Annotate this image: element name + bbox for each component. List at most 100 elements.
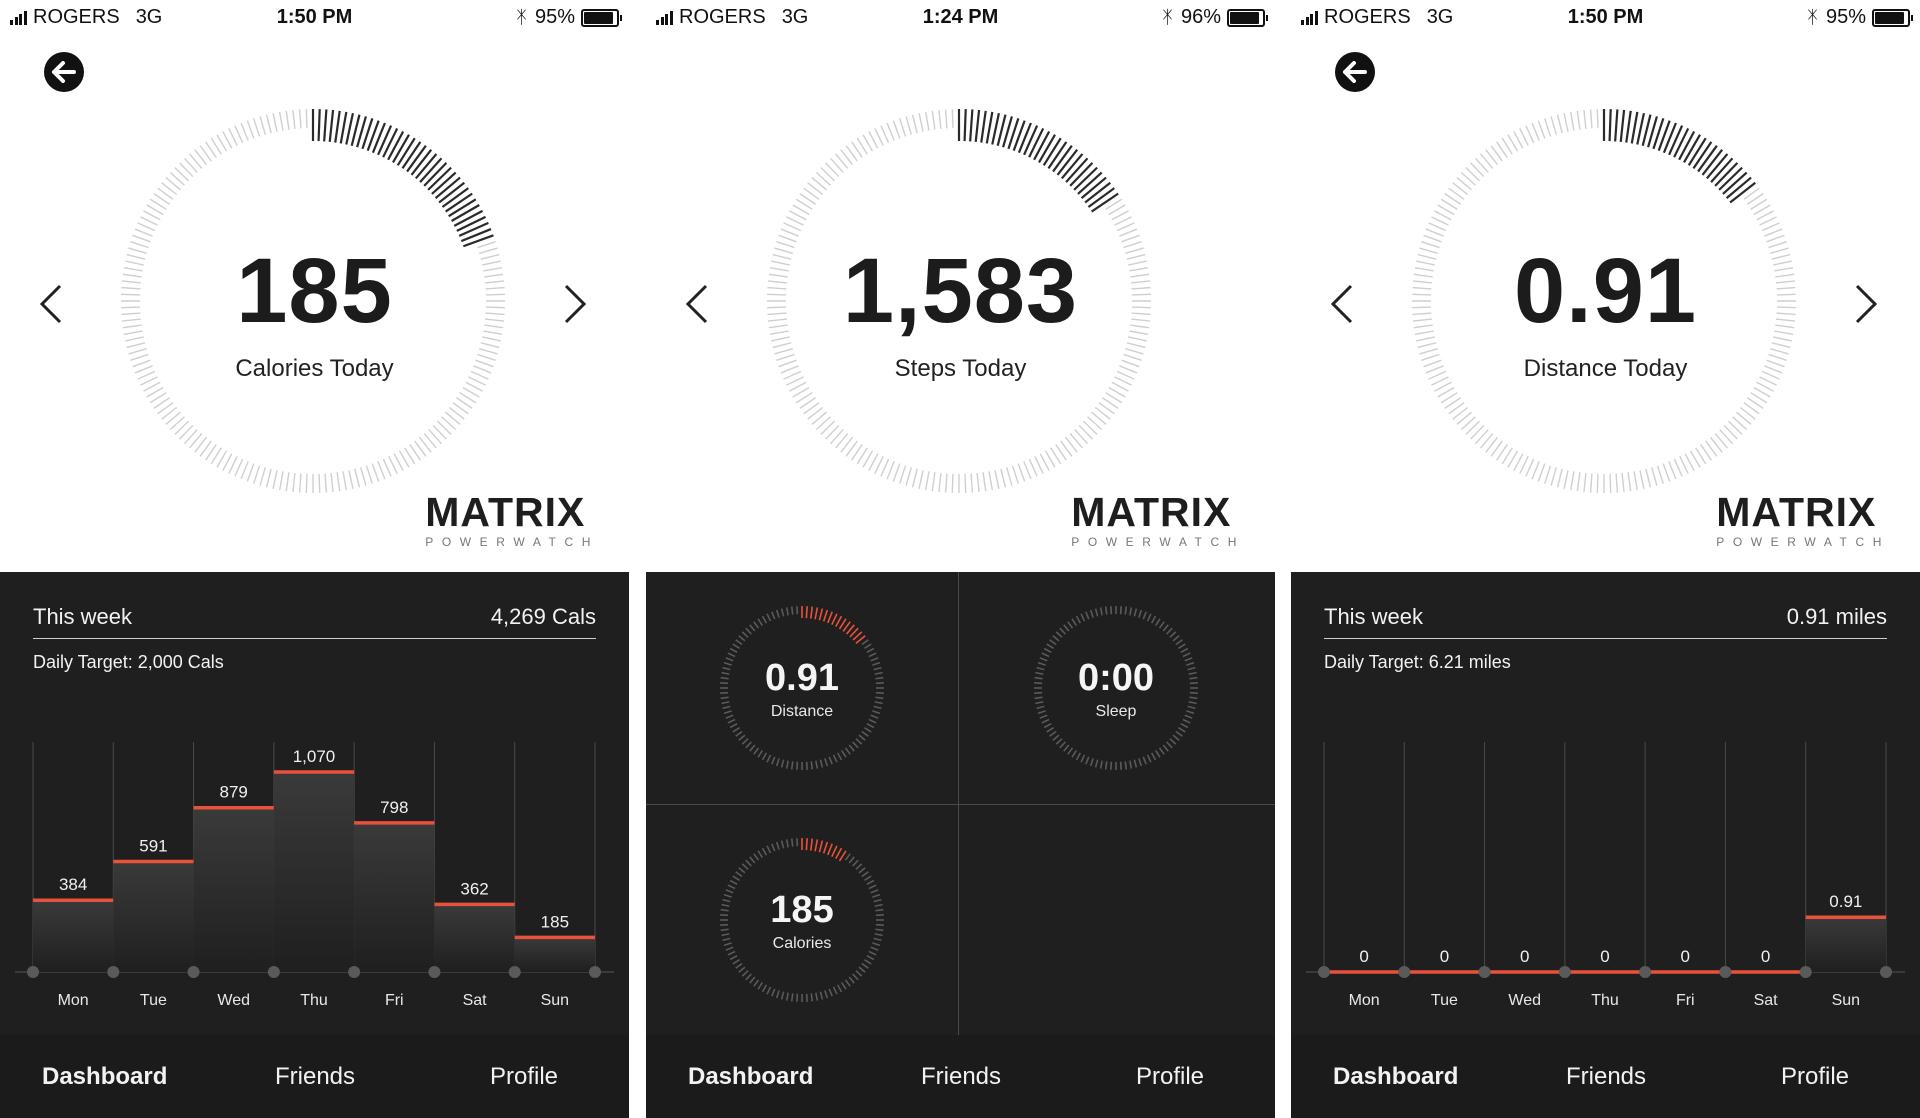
dial-tick bbox=[222, 453, 233, 471]
dial-tick bbox=[1544, 465, 1552, 484]
back-arrow-icon bbox=[52, 61, 76, 83]
next-metric-button[interactable] bbox=[560, 282, 590, 326]
mini-dial-tick bbox=[831, 845, 838, 858]
week-total: 0.91 miles bbox=[1786, 604, 1887, 629]
mini-dial-tick bbox=[1099, 607, 1103, 616]
dial-tick bbox=[1589, 109, 1593, 129]
tile-distance[interactable]: 0.91 Distance bbox=[646, 572, 959, 805]
previous-metric-button[interactable] bbox=[1327, 282, 1357, 326]
mini-dial-tick bbox=[790, 606, 794, 615]
dial-tick bbox=[1569, 111, 1575, 131]
tab-dashboard[interactable]: Dashboard bbox=[1333, 1063, 1458, 1091]
dial-tick bbox=[292, 109, 296, 130]
next-metric-button[interactable] bbox=[1851, 282, 1881, 326]
mini-dial-tick bbox=[866, 879, 875, 886]
dial-tick bbox=[305, 109, 308, 129]
mini-dial-tick bbox=[814, 607, 819, 620]
tab-friends[interactable]: Friends bbox=[1566, 1063, 1646, 1091]
tab-dashboard[interactable]: Dashboard bbox=[42, 1063, 167, 1091]
mini-dial-tick bbox=[766, 754, 772, 763]
tab-bar: Dashboard Friends Profile bbox=[646, 1035, 1275, 1118]
tab-profile[interactable]: Profile bbox=[1136, 1063, 1204, 1091]
mini-dial-tick bbox=[1071, 618, 1078, 626]
dial-tick bbox=[1645, 468, 1652, 488]
mini-dial-tick bbox=[1178, 726, 1186, 733]
chart-baseline-dot bbox=[348, 966, 361, 978]
tile-calories[interactable]: 185 Calories bbox=[646, 805, 959, 1035]
brand-subtitle: POWERWATCH bbox=[1071, 535, 1245, 549]
mini-dial-tick bbox=[780, 759, 785, 768]
dial-tick bbox=[228, 128, 238, 146]
dial-tick bbox=[778, 234, 797, 243]
chart-baseline-dot bbox=[508, 966, 521, 978]
mini-dial-tick bbox=[809, 838, 814, 851]
dial-tick bbox=[278, 471, 284, 491]
mini-dial-tick bbox=[745, 627, 752, 635]
back-button[interactable] bbox=[44, 52, 84, 92]
mini-dial-tick bbox=[780, 840, 785, 849]
mini-dial-tick bbox=[729, 879, 738, 886]
mini-dial-tick bbox=[745, 741, 752, 749]
dial-tick bbox=[892, 120, 901, 139]
dial-tick bbox=[1651, 467, 1658, 486]
chart-value-label: 1,070 bbox=[293, 747, 336, 766]
mini-dial-tick bbox=[1104, 761, 1108, 770]
dial-tick bbox=[772, 342, 792, 349]
dial-tick bbox=[345, 112, 354, 145]
dial-tick bbox=[453, 209, 484, 227]
tile-sleep[interactable]: 0:00 Sleep bbox=[959, 572, 1275, 805]
tile-value: 185 bbox=[770, 889, 834, 931]
dial-tick bbox=[1596, 473, 1599, 493]
mini-dial-tick bbox=[1085, 756, 1090, 765]
dial-tick bbox=[1678, 130, 1696, 161]
dial-tick bbox=[899, 465, 907, 484]
mini-dial-tick bbox=[785, 760, 789, 769]
dial-tick bbox=[924, 111, 930, 131]
back-button[interactable] bbox=[1335, 52, 1375, 92]
dial-tick bbox=[126, 342, 146, 349]
tab-profile[interactable]: Profile bbox=[490, 1063, 558, 1091]
mini-dial-tick bbox=[735, 871, 743, 878]
tab-dashboard[interactable]: Dashboard bbox=[688, 1063, 813, 1091]
dial-tick bbox=[1544, 118, 1552, 137]
dial-tick bbox=[1550, 116, 1557, 135]
dial-tick bbox=[1028, 458, 1038, 477]
dial-tick bbox=[1673, 458, 1683, 477]
chart-value-label: 0 bbox=[1520, 947, 1529, 966]
previous-metric-button[interactable] bbox=[36, 282, 66, 326]
tab-profile[interactable]: Profile bbox=[1781, 1063, 1849, 1091]
dial-tick bbox=[1431, 216, 1449, 226]
mini-dial-tick bbox=[1094, 759, 1099, 768]
previous-metric-button[interactable] bbox=[682, 282, 712, 326]
dial-tick bbox=[1569, 471, 1575, 491]
dial-tick bbox=[1039, 453, 1050, 471]
dial-tick bbox=[1625, 110, 1632, 143]
mini-dial-tick bbox=[790, 761, 794, 770]
mini-dial-tick bbox=[818, 608, 824, 621]
tab-friends[interactable]: Friends bbox=[275, 1063, 355, 1091]
chart-value-label: 384 bbox=[59, 875, 87, 894]
dial-tick bbox=[868, 453, 879, 471]
chart-bar bbox=[193, 807, 274, 972]
mini-dial-tick bbox=[852, 859, 859, 867]
tab-friends[interactable]: Friends bbox=[921, 1063, 1001, 1091]
dial-tick bbox=[886, 461, 895, 480]
dial-tick bbox=[330, 472, 334, 493]
dial-tick bbox=[285, 110, 290, 130]
dial-tick bbox=[246, 463, 255, 482]
dial-tick bbox=[1621, 472, 1625, 493]
dial-tick bbox=[348, 470, 354, 489]
week-summary: This week 4,269 Cals bbox=[33, 604, 596, 639]
mini-dial-tick bbox=[1138, 609, 1143, 618]
weekly-panel: This week 0.91 miles Daily Target: 6.21 … bbox=[1291, 572, 1920, 1118]
mini-dial-tick bbox=[836, 752, 843, 761]
dial-tick bbox=[1556, 468, 1563, 488]
dial-tick bbox=[1034, 456, 1044, 474]
mini-dial-tick bbox=[727, 884, 736, 890]
brand-name: MATRIX bbox=[425, 489, 586, 535]
mini-dial-tick bbox=[848, 856, 855, 864]
mini-dial-tick bbox=[1154, 618, 1161, 626]
dial-tick bbox=[786, 216, 804, 226]
mini-dial-tick bbox=[831, 613, 838, 626]
mini-dial-tick bbox=[741, 738, 749, 745]
